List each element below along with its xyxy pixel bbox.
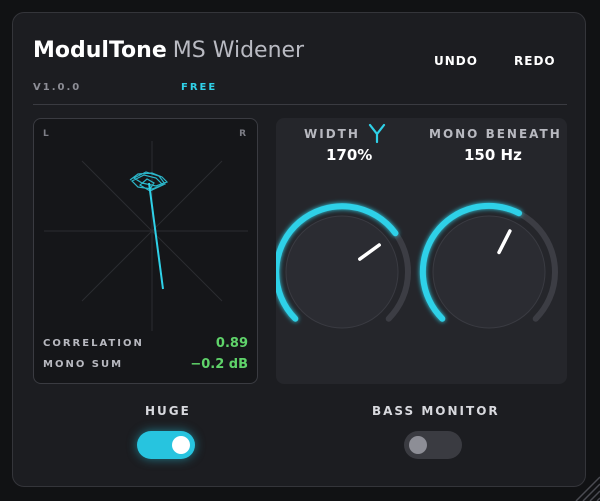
- width-knob[interactable]: [276, 203, 411, 329]
- width-value: 170%: [326, 146, 373, 164]
- brand-name: ModulTone: [33, 38, 167, 63]
- header-divider: [33, 104, 567, 105]
- mono-sum-label: MONO SUM: [43, 359, 124, 370]
- resize-grip[interactable]: [566, 467, 600, 501]
- plugin-title: ModulTone MS Widener: [33, 38, 304, 63]
- undo-button[interactable]: UNDO: [434, 54, 478, 68]
- mono-sum-value: −0.2 dB: [190, 357, 248, 372]
- huge-label: HUGE: [145, 404, 191, 418]
- correlation-value: 0.89: [215, 336, 248, 351]
- scope-needle: [148, 182, 164, 290]
- correlation-label: CORRELATION: [43, 338, 144, 349]
- stereo-scope: L R CORRELATION 0.89 MONO SUM −0.2 dB: [33, 118, 258, 384]
- controls-panel: WIDTH 170% MONO BENEATH 150 Hz: [276, 118, 567, 384]
- left-channel-label: L: [43, 129, 49, 139]
- bass-monitor-label: BASS MONITOR: [372, 404, 500, 418]
- redo-button[interactable]: REDO: [514, 54, 556, 68]
- tier-badge: FREE: [181, 82, 218, 93]
- right-channel-label: R: [239, 129, 246, 139]
- version-label: V1.0.0: [33, 82, 82, 93]
- knobs-graphic: [276, 202, 558, 329]
- toggle-thumb: [172, 436, 190, 454]
- y-shape-icon[interactable]: [366, 122, 388, 148]
- product-name: MS Widener: [172, 38, 305, 63]
- width-label: WIDTH: [304, 127, 360, 141]
- toggle-thumb: [409, 436, 427, 454]
- mono-beneath-label: MONO BENEATH: [429, 127, 562, 141]
- scope-trace: [129, 171, 169, 192]
- mono-beneath-value: 150 Hz: [464, 146, 522, 164]
- huge-toggle[interactable]: [137, 431, 195, 459]
- bass-monitor-toggle[interactable]: [404, 431, 462, 459]
- mono-beneath-knob[interactable]: [419, 202, 558, 329]
